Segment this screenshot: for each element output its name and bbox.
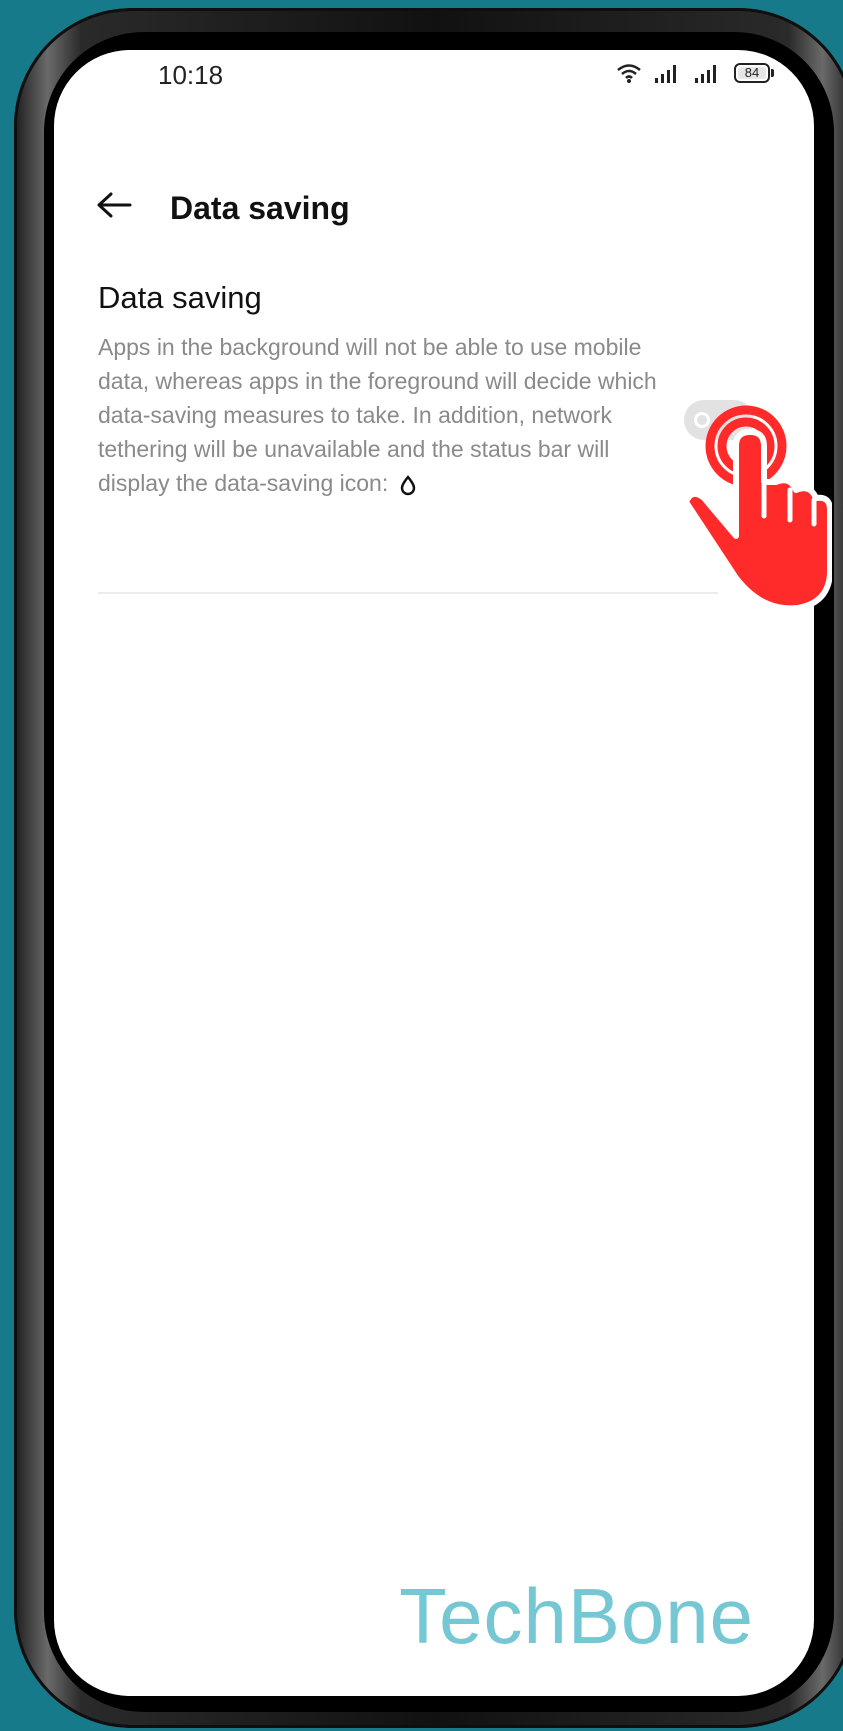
back-button[interactable] xyxy=(94,185,134,225)
status-bar: 10:18 84 xyxy=(54,50,814,110)
page-title: Data saving xyxy=(170,190,350,226)
data-saving-toggle[interactable] xyxy=(684,400,754,440)
setting-description: Apps in the background will not be able … xyxy=(98,330,658,500)
back-arrow-icon xyxy=(97,192,132,218)
wifi-icon xyxy=(617,64,641,83)
data-saving-setting[interactable]: Data saving Apps in the background will … xyxy=(98,280,758,500)
setting-title: Data saving xyxy=(98,280,262,315)
battery-icon: 84 xyxy=(734,63,774,83)
status-time: 10:18 xyxy=(158,60,224,90)
setting-description-text: Apps in the background will not be able … xyxy=(98,334,657,496)
data-saver-drop-icon xyxy=(400,475,415,496)
header: Data saving xyxy=(54,170,814,250)
signal-icon xyxy=(655,65,676,83)
divider xyxy=(98,592,718,594)
toggle-knob xyxy=(694,412,710,428)
screen: 10:18 84 Data saving Data saving Apps in… xyxy=(54,50,814,1696)
battery-level: 84 xyxy=(738,66,766,79)
signal-icon xyxy=(695,65,716,83)
watermark: TechBone xyxy=(399,1572,754,1660)
status-icons: 84 xyxy=(616,62,774,84)
